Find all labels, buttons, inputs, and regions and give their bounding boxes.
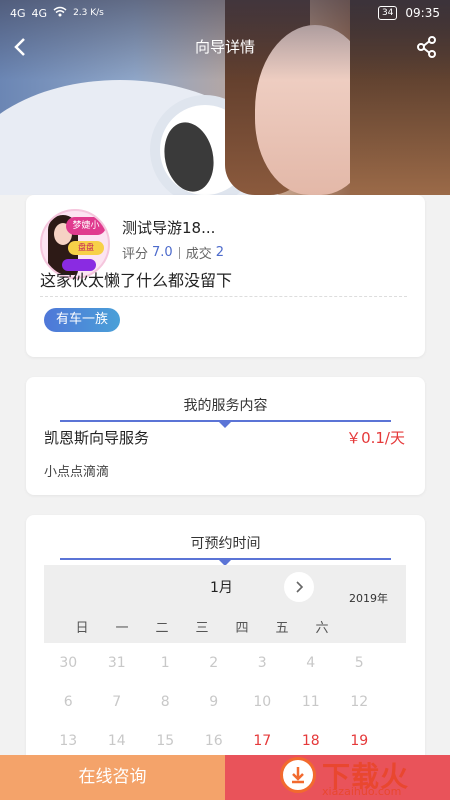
share-icon (417, 36, 436, 58)
section-underline (60, 420, 391, 422)
calendar-day[interactable]: 4 (287, 655, 336, 694)
calendar-day[interactable]: 3 (238, 655, 287, 694)
calendar-month: 1月 (210, 580, 233, 596)
calendar-week: 30 31 1 2 3 4 5 (44, 655, 404, 694)
calendar-day[interactable]: 5 (335, 655, 384, 694)
avatar-text: 梦婕小 (66, 217, 106, 235)
guide-name: 测试导游18... (122, 219, 216, 237)
calendar-day[interactable]: 7 (93, 694, 142, 733)
weekday-label: 六 (315, 621, 329, 636)
weekday-label: 五 (275, 621, 289, 636)
weekday-label: 四 (235, 621, 249, 636)
page-title: 向导详情 (194, 38, 255, 56)
section-title: 我的服务内容 (183, 398, 268, 414)
download-icon (280, 757, 316, 793)
calendar-day[interactable]: 8 (141, 694, 190, 733)
service-name[interactable]: 凯恩斯向导服务 (44, 427, 149, 448)
guide-intro: 这家伙太懒了什么都没留下 (40, 271, 233, 290)
weekday-header: 日 一 二 三 四 五 六 (62, 617, 382, 636)
deals-value: 2 (215, 245, 224, 260)
online-consult-button[interactable]: 在线咨询 (0, 755, 225, 800)
watermark-url: xiazaihuo.com (322, 785, 402, 798)
service-description: 小点点滴滴 (44, 465, 110, 480)
share-button[interactable] (412, 32, 442, 62)
calendar-header: 1月 2019年 日 一 二 三 四 五 六 (44, 565, 406, 643)
weekday-label: 日 (75, 621, 89, 636)
tag-badge: 有车一族 (44, 308, 121, 332)
next-month-button[interactable] (284, 572, 314, 602)
rating-label: 评分 (122, 247, 149, 262)
guide-stats: 评分 7.0 成交 2 (122, 243, 224, 262)
network-speed: 2.3 K/s (73, 8, 104, 18)
section-title: 可预约时间 (190, 536, 261, 552)
calendar-day[interactable]: 12 (335, 694, 384, 733)
status-bar: 4G 4G 2.3 K/s 34 09:35 (0, 0, 450, 26)
deals-label: 成交 (185, 247, 212, 262)
calendar-day[interactable]: 30 (44, 655, 93, 694)
signal-icon-2: 4G (31, 6, 48, 20)
calendar-day[interactable]: 9 (190, 694, 239, 733)
title-bar: 向导详情 (0, 30, 450, 64)
section-notch (219, 422, 231, 428)
calendar-year: 2019年 (349, 592, 388, 605)
wifi-icon (53, 6, 67, 20)
calendar-day[interactable]: 10 (238, 694, 287, 733)
calendar-week: 6 7 8 9 10 11 12 (44, 694, 404, 733)
calendar-day[interactable]: 2 (190, 655, 239, 694)
divider (178, 246, 180, 259)
divider (40, 296, 407, 297)
watermark-logo: 下载火 xiazaihuo.com (250, 755, 440, 800)
chevron-right-icon (296, 581, 304, 593)
battery-icon: 34 (377, 6, 398, 20)
signal-icon-1: 4G (10, 6, 26, 20)
calendar-day[interactable]: 11 (287, 694, 336, 733)
calendar-day[interactable]: 6 (44, 694, 93, 733)
service-price: ￥0.1/天 (346, 429, 405, 447)
calendar-day[interactable]: 31 (93, 655, 142, 694)
calendar-day[interactable]: 1 (141, 655, 190, 694)
service-card: 我的服务内容 凯恩斯向导服务 ￥0.1/天 小点点滴滴 (26, 377, 425, 495)
guide-profile-card: 梦婕小 盘盘 测试导游18... 评分 7.0 成交 2 这家伙太懒了什么都没留… (26, 195, 425, 357)
rating-value: 7.0 (152, 245, 173, 260)
weekday-label: 三 (195, 621, 209, 636)
weekday-label: 二 (155, 621, 169, 636)
avatar-text-2: 盘盘 (68, 241, 104, 255)
section-underline (60, 558, 391, 560)
weekday-label: 一 (115, 621, 129, 636)
clock: 09:35 (405, 6, 440, 20)
